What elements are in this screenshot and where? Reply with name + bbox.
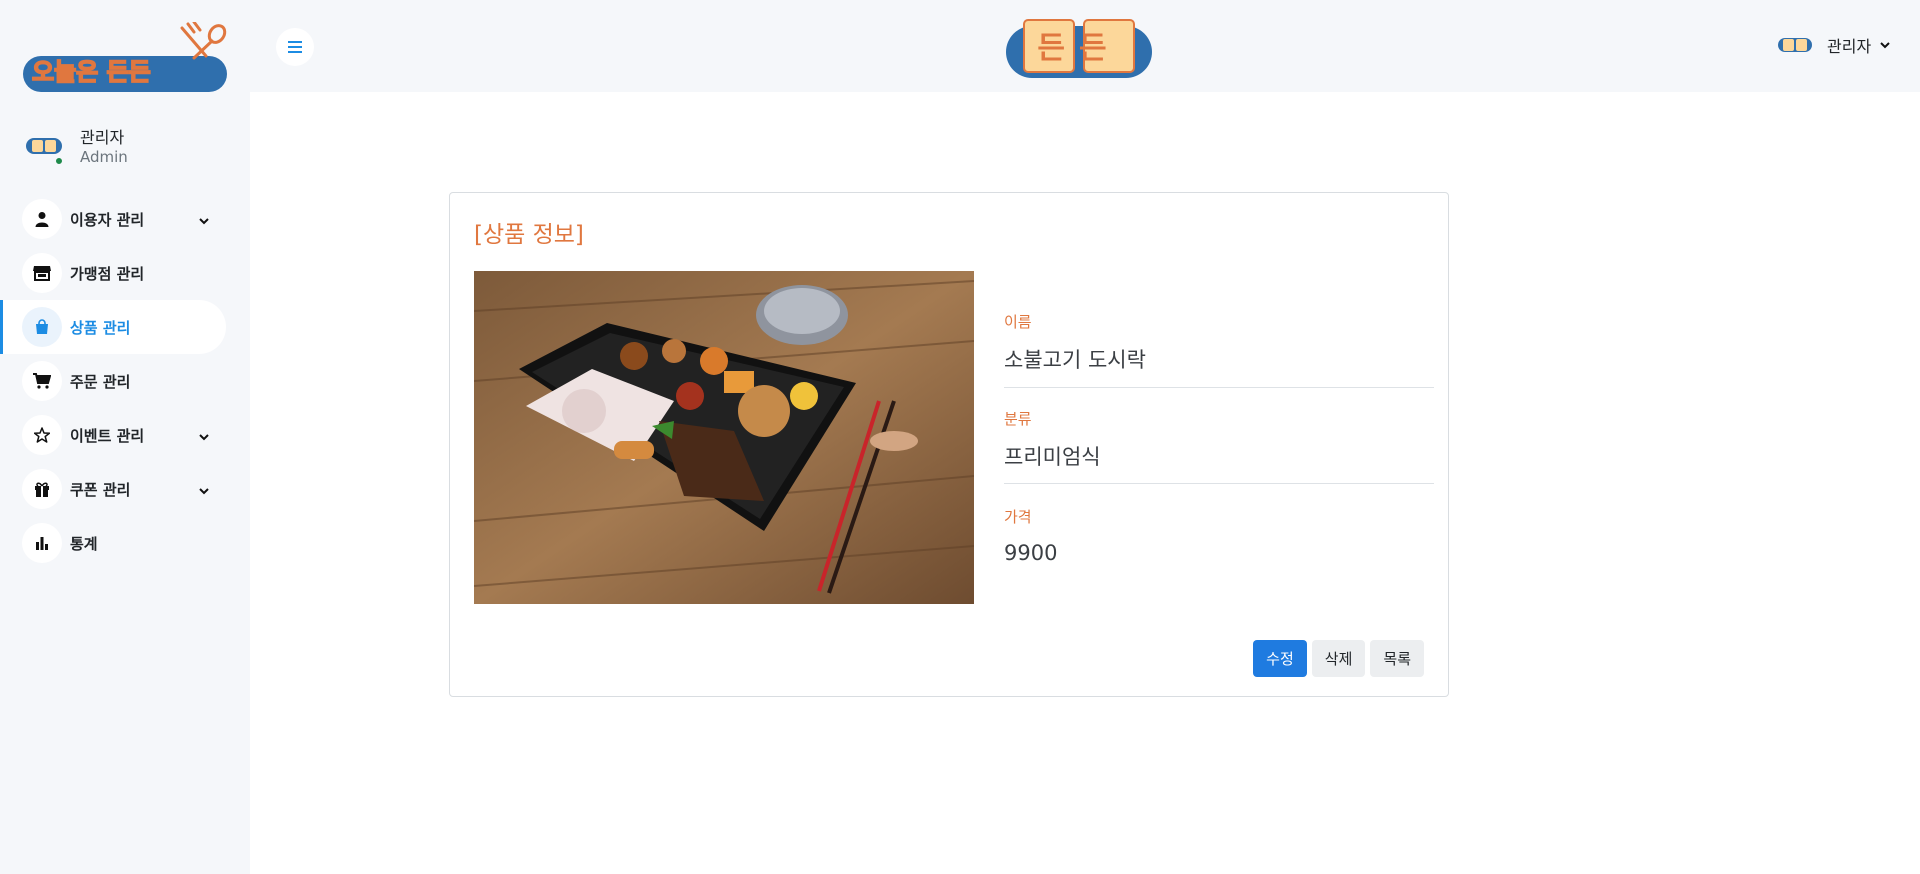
star-icon (22, 415, 62, 455)
sidebar-item-label: 주문 관리 (70, 372, 131, 391)
sidebar-item-label: 통계 (70, 534, 98, 553)
store-icon (22, 253, 62, 293)
delete-button[interactable]: 삭제 (1311, 640, 1366, 677)
product-price-field: 가격 9900 (1004, 484, 1434, 594)
shopping-bag-icon (22, 307, 62, 347)
product-category-value: 프리미엄식 (1004, 445, 1101, 469)
user-icon (22, 199, 62, 239)
gift-icon (22, 469, 62, 509)
chevron-down-icon[interactable] (198, 428, 210, 447)
field-label: 가격 (1004, 508, 1032, 526)
sidebar-item-coupon-management[interactable]: 쿠폰 관리 (0, 462, 250, 516)
sidebar-item-label: 이벤트 관리 (70, 426, 145, 445)
edit-button[interactable]: 수정 (1253, 640, 1307, 677)
brand-logo-text: 오늘은 든든 (32, 58, 151, 86)
card-actions: 수정 삭제 목록 (1253, 640, 1424, 677)
hamburger-icon (288, 41, 302, 53)
header-user-menu[interactable]: 관리자 (1778, 30, 1891, 60)
sidebar-user-name: 관리자 (80, 128, 125, 147)
center-logo-text: 든든 (1037, 31, 1120, 66)
header-user-name: 관리자 (1827, 37, 1872, 56)
top-header: 든든 관리자 (250, 0, 1920, 92)
chevron-down-icon (1879, 36, 1891, 55)
page-title: [상품 정보] (474, 222, 584, 248)
mini-logo (1778, 36, 1812, 54)
sidebar-item-event-management[interactable]: 이벤트 관리 (0, 408, 250, 462)
avatar (26, 136, 62, 156)
product-name-field: 이름 소불고기 도시락 (1004, 271, 1434, 388)
bar-chart-icon (22, 523, 62, 563)
field-label: 분류 (1004, 410, 1032, 428)
sidebar-item-label: 이용자 관리 (70, 210, 145, 229)
product-info-card: [상품 정보] 이름 소불고기 도시락 분류 프리미엄식 가격 9900 수정 … (449, 192, 1449, 697)
sidebar-item-order-management[interactable]: 주문 관리 (0, 354, 250, 408)
sidebar-item-label: 상품 관리 (70, 318, 131, 337)
product-details: 이름 소불고기 도시락 분류 프리미엄식 가격 9900 (1004, 271, 1434, 594)
product-image (474, 271, 974, 604)
center-logo[interactable]: 든든 (1004, 18, 1154, 80)
chevron-down-icon[interactable] (198, 482, 210, 501)
field-label: 이름 (1004, 313, 1032, 331)
sidebar-item-store-management[interactable]: 가맹점 관리 (0, 246, 250, 300)
list-button[interactable]: 목록 (1370, 640, 1424, 677)
cart-icon (22, 361, 62, 401)
product-category-field: 분류 프리미엄식 (1004, 388, 1434, 484)
brand-logo[interactable]: 오늘은 든든 (22, 20, 230, 94)
chevron-down-icon[interactable] (198, 212, 210, 231)
sidebar-user-role: Admin (80, 148, 128, 166)
sidebar-item-statistics[interactable]: 통계 (0, 516, 250, 570)
product-name-value: 소불고기 도시락 (1004, 348, 1146, 372)
sidebar-user-profile: 관리자 Admin (22, 122, 232, 172)
sidebar-item-label: 쿠폰 관리 (70, 480, 131, 499)
sidebar-item-product-management[interactable]: 상품 관리 (0, 300, 226, 354)
sidebar-nav: 이용자 관리 가맹점 관리 상품 관리 주문 관리 이벤트 관리 쿠폰 관리 통… (0, 192, 250, 570)
menu-toggle-button[interactable] (276, 28, 314, 66)
sidebar-item-label: 가맹점 관리 (70, 264, 145, 283)
sidebar: 오늘은 든든 관리자 Admin 이용자 관리 가맹점 관리 상품 관리 주문 … (0, 0, 250, 874)
sidebar-item-user-management[interactable]: 이용자 관리 (0, 192, 250, 246)
online-status-indicator (54, 156, 64, 166)
product-price-value: 9900 (1004, 541, 1058, 565)
